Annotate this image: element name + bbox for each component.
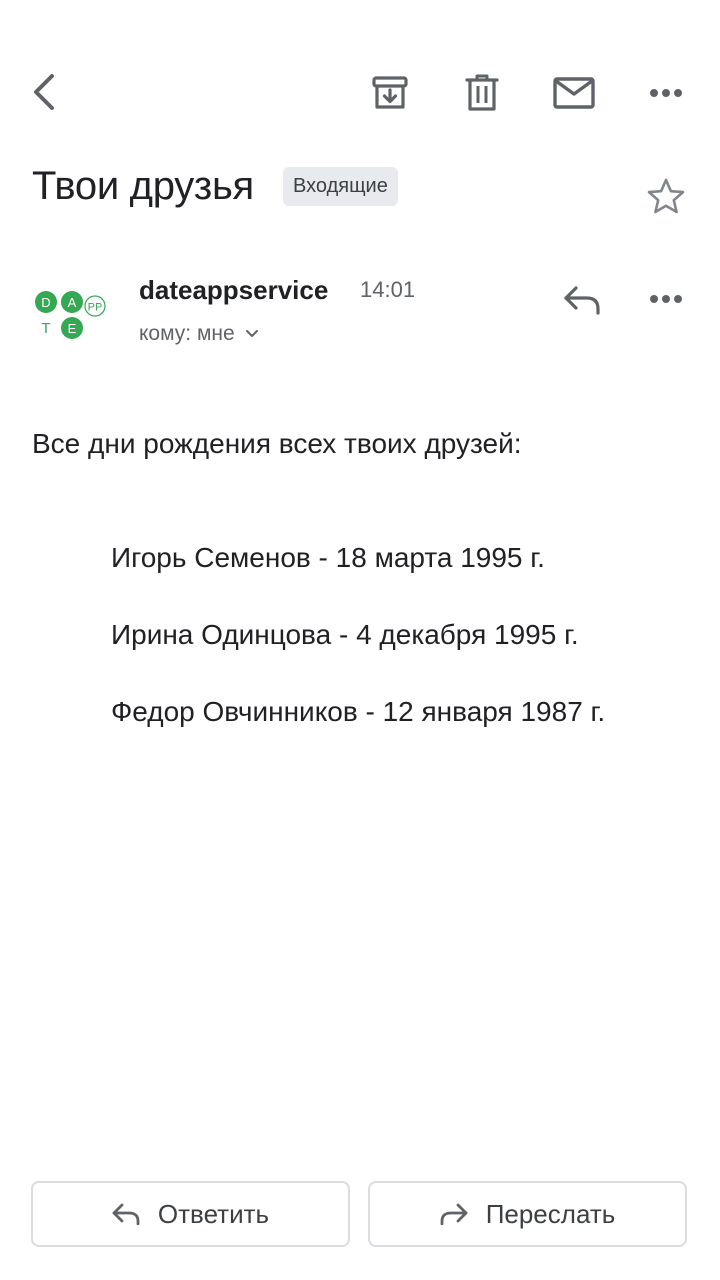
more-horizontal-icon [650, 295, 682, 303]
logo-letter-a: A [68, 295, 77, 310]
email-view: Твои друзья Входящие D A PP T E dateapps… [0, 0, 720, 1280]
list-item: Игорь Семенов - 18 марта 1995 г. [111, 542, 545, 573]
more-options-button[interactable] [644, 72, 688, 114]
email-body-intro: Все дни рождения всех твоих друзей: [32, 428, 522, 459]
recipient-details-toggle[interactable]: кому: мне [139, 318, 259, 350]
list-item: Ирина Одинцова - 4 декабря 1995 г. [111, 619, 579, 650]
star-outline-icon [647, 178, 685, 214]
logo-letter-d: D [41, 295, 50, 310]
list-item: Федор Овчинников - 12 января 1987 г. [111, 696, 606, 727]
dateapp-logo: D A PP T E [35, 291, 106, 339]
inbox-label-chip[interactable]: Входящие [283, 167, 398, 206]
mail-icon [553, 77, 595, 109]
logo-letter-e: E [68, 321, 77, 336]
message-more-button[interactable] [644, 278, 688, 320]
email-subject: Твои друзья [32, 164, 254, 208]
archive-icon [372, 76, 408, 109]
reply-icon [112, 1203, 140, 1225]
forward-button[interactable]: Переслать [368, 1181, 687, 1247]
more-horizontal-icon [650, 89, 682, 97]
mark-unread-button[interactable] [550, 70, 598, 116]
delete-button[interactable] [458, 70, 506, 116]
sender-name: dateappservice [139, 275, 329, 305]
reply-button-label: Ответить [157, 1198, 270, 1229]
forward-button-label: Переслать [485, 1198, 616, 1229]
logo-letter-pp: PP [88, 302, 103, 314]
chevron-down-icon [245, 330, 258, 337]
reply-icon [564, 286, 600, 315]
trash-icon [465, 74, 499, 111]
chevron-left-icon [34, 74, 54, 110]
reply-quick-button[interactable] [558, 278, 606, 322]
logo-letter-t: T [41, 320, 50, 337]
reply-button[interactable]: Ответить [31, 1181, 350, 1247]
birthday-list: Игорь Семенов - 18 марта 1995 г. Ирина О… [111, 538, 605, 769]
back-button[interactable] [22, 68, 66, 116]
sent-time: 14:01 [360, 277, 416, 302]
recipient-text: кому: мне [139, 322, 235, 345]
archive-button[interactable] [366, 70, 414, 116]
star-button[interactable] [644, 174, 688, 218]
sender-avatar: D A PP T E [30, 285, 110, 345]
forward-icon [440, 1203, 468, 1225]
